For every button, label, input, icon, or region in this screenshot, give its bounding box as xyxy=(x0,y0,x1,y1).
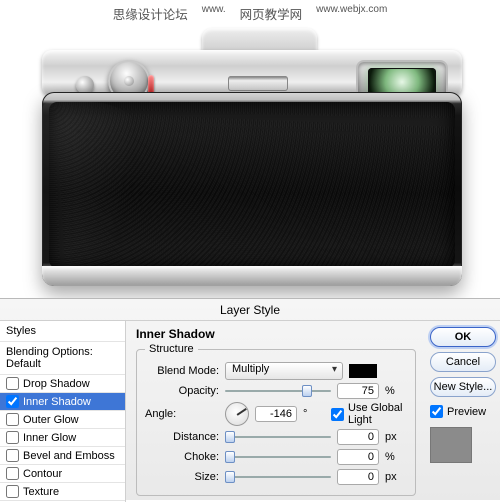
structure-legend: Structure xyxy=(145,343,198,355)
choke-slider[interactable] xyxy=(225,450,331,464)
ok-button[interactable]: OK xyxy=(430,327,496,347)
choke-input[interactable] xyxy=(337,449,379,465)
checkbox-outer-glow[interactable] xyxy=(6,413,19,426)
label-opacity: Opacity: xyxy=(145,385,219,397)
label-choke: Choke: xyxy=(145,451,219,463)
watermark-left: 思缘设计论坛 xyxy=(113,4,188,23)
style-list-blending[interactable]: Blending Options: Default xyxy=(0,342,125,375)
angle-dial[interactable] xyxy=(225,402,249,426)
style-item-inner-glow[interactable]: Inner Glow xyxy=(0,429,125,447)
checkbox-inner-shadow[interactable] xyxy=(6,395,19,408)
unit-pct-2: % xyxy=(385,451,407,463)
label-angle: Angle: xyxy=(145,408,219,420)
unit-px-1: px xyxy=(385,431,407,443)
style-item-outer-glow[interactable]: Outer Glow xyxy=(0,411,125,429)
checkbox-inner-glow[interactable] xyxy=(6,431,19,444)
style-item-bevel-emboss[interactable]: Bevel and Emboss xyxy=(0,447,125,465)
structure-group: Structure Blend Mode: Multiply Opacity: … xyxy=(136,343,416,496)
new-style-button[interactable]: New Style... xyxy=(430,377,496,397)
preview-toggle[interactable]: Preview xyxy=(430,405,496,418)
unit-px-2: px xyxy=(385,471,407,483)
size-slider[interactable] xyxy=(225,470,331,484)
checkbox-drop-shadow[interactable] xyxy=(6,377,19,390)
unit-deg: ° xyxy=(303,408,325,420)
center-pane: Inner Shadow Structure Blend Mode: Multi… xyxy=(126,321,426,502)
label-blend-mode: Blend Mode: xyxy=(145,365,219,377)
unit-pct: % xyxy=(385,385,407,397)
layer-style-dialog: Layer Style Styles Blending Options: Def… xyxy=(0,298,500,500)
watermark-left-small: www. xyxy=(202,4,226,23)
opacity-input[interactable] xyxy=(337,383,379,399)
style-item-drop-shadow[interactable]: Drop Shadow xyxy=(0,375,125,393)
checkbox-contour[interactable] xyxy=(6,467,19,480)
checkbox-global-light[interactable] xyxy=(331,408,344,421)
size-input[interactable] xyxy=(337,469,379,485)
distance-slider[interactable] xyxy=(225,430,331,444)
dialog-title: Layer Style xyxy=(0,299,500,321)
label-distance: Distance: xyxy=(145,431,219,443)
checkbox-preview[interactable] xyxy=(430,405,443,418)
style-list-styles[interactable]: Styles xyxy=(0,321,125,342)
style-item-inner-shadow[interactable]: Inner Shadow xyxy=(0,393,125,411)
watermark-right: 网页教学网 xyxy=(240,4,303,23)
cancel-button[interactable]: Cancel xyxy=(430,352,496,372)
watermark-right-small: www.webjx.com xyxy=(316,4,387,23)
style-item-contour[interactable]: Contour xyxy=(0,465,125,483)
label-size: Size: xyxy=(145,471,219,483)
blend-mode-select[interactable]: Multiply xyxy=(225,362,343,380)
section-title: Inner Shadow xyxy=(136,327,416,341)
use-global-light[interactable]: Use Global Light xyxy=(331,402,407,426)
opacity-slider[interactable] xyxy=(225,384,331,398)
angle-input[interactable] xyxy=(255,406,297,422)
preview-swatch xyxy=(430,427,472,463)
right-pane: OK Cancel New Style... Preview xyxy=(426,321,500,502)
camera-illustration xyxy=(42,28,462,286)
checkbox-texture[interactable] xyxy=(6,485,19,498)
distance-input[interactable] xyxy=(337,429,379,445)
style-list: Styles Blending Options: Default Drop Sh… xyxy=(0,321,126,502)
style-item-texture[interactable]: Texture xyxy=(0,483,125,501)
checkbox-bevel-emboss[interactable] xyxy=(6,449,19,462)
watermark: 思缘设计论坛 www. 网页教学网 www.webjx.com xyxy=(0,4,500,23)
shadow-color-swatch[interactable] xyxy=(349,364,377,378)
